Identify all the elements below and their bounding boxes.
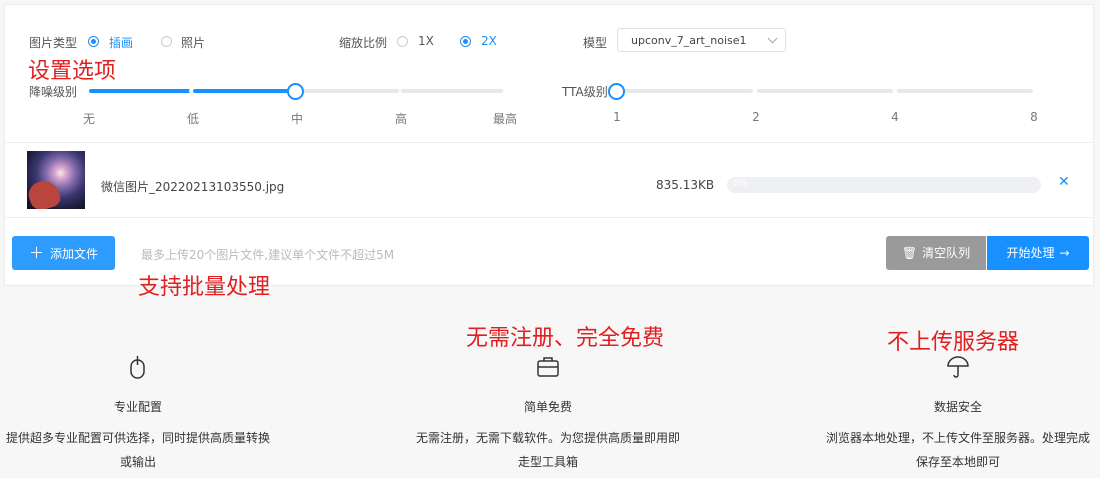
annotation-batch: 支持批量处理 [138, 275, 271, 300]
tta-segment-3 [897, 89, 1033, 93]
divider [5, 142, 1093, 143]
feature-free: 简单免费 无需注册，无需下载软件。为您提供高质量即用即 走型工具箱 [410, 398, 686, 474]
upload-hint: 最多上传20个图片文件,建议单个文件不超过5M [141, 248, 395, 262]
settings-row: 图片类型 插画 照片 缩放比例 1X 2X 模型 upconv_7_art_no… [5, 28, 1093, 52]
tta-slider-handle[interactable] [608, 83, 625, 100]
denoise-tick: 无 [82, 112, 96, 126]
tta-tick: 1 [613, 110, 621, 124]
close-icon[interactable]: ✕ [1058, 174, 1070, 190]
tta-segment-2 [757, 89, 893, 93]
briefcase-icon [537, 357, 559, 377]
plus-icon: ＋ [28, 244, 44, 262]
add-file-label: 添加文件 [50, 247, 99, 261]
progress-bar: 0% [727, 177, 1041, 193]
start-processing-label: 开始处理 [1006, 246, 1055, 260]
annotation-free: 无需注册、完全免费 [466, 326, 665, 351]
tta-label: TTA级别 [562, 85, 608, 99]
feature-secure: 数据安全 浏览器本地处理，不上传文件至服务器。处理完成 保存至本地即可 [820, 398, 1096, 474]
thumbnail-hand [27, 177, 63, 209]
umbrella-icon [947, 356, 969, 378]
scale-2x-radio[interactable] [460, 36, 471, 47]
scale-1x-radio[interactable] [397, 36, 408, 47]
denoise-tick: 低 [186, 112, 200, 126]
chevron-down-icon [767, 33, 778, 44]
feature-title: 专业配置 [113, 400, 162, 414]
clear-queue-button[interactable]: 🗑 清空队列 [886, 236, 986, 270]
image-type-photo-radio[interactable] [161, 36, 172, 47]
annotation-settings: 设置选项 [28, 59, 117, 84]
denoise-segment-3 [297, 89, 399, 93]
model-select-value: upconv_7_art_noise1 [631, 34, 747, 47]
trash-icon: 🗑 [901, 246, 918, 260]
denoise-segment-4 [401, 89, 503, 93]
denoise-segment-2 [193, 89, 295, 93]
annotation-local: 不上传服务器 [887, 330, 1020, 355]
file-size: 835.13KB [656, 178, 715, 192]
feature-professional: 专业配置 提供超多专业配置可供选择，同时提供高质量转换 或输出 [0, 398, 276, 474]
feature-title: 数据安全 [933, 400, 982, 414]
scale-1x-label[interactable]: 1X [418, 34, 434, 48]
feature-desc: 或输出 [119, 455, 156, 469]
image-type-illustration-radio[interactable] [88, 36, 99, 47]
denoise-tick: 最高 [492, 112, 518, 126]
feature-desc: 无需注册，无需下载软件。为您提供高质量即用即 [415, 431, 680, 445]
denoise-tick: 高 [394, 112, 408, 126]
file-thumbnail [27, 151, 85, 209]
mouse-icon [130, 356, 145, 379]
feature-desc: 走型工具箱 [517, 455, 578, 469]
denoise-slider-handle[interactable] [287, 83, 304, 100]
model-label: 模型 [583, 36, 608, 50]
tta-segment-1 [617, 89, 753, 93]
tta-tick: 2 [752, 110, 760, 124]
feature-title: 简单免费 [523, 400, 572, 414]
model-select[interactable]: upconv_7_art_noise1 [617, 28, 786, 52]
denoise-tick: 中 [290, 112, 304, 126]
feature-desc: 提供超多专业配置可供选择，同时提供高质量转换 [5, 431, 270, 445]
scale-label: 缩放比例 [339, 36, 388, 50]
image-type-label: 图片类型 [29, 36, 78, 50]
tta-tick: 8 [1030, 110, 1038, 124]
settings-panel: 图片类型 插画 照片 缩放比例 1X 2X 模型 upconv_7_art_no… [4, 4, 1094, 286]
denoise-slider[interactable] [5, 83, 525, 100]
feature-desc: 保存至本地即可 [915, 455, 1000, 469]
clear-queue-label: 清空队列 [922, 246, 971, 260]
add-file-button[interactable]: ＋ 添加文件 [12, 236, 115, 270]
file-name: 微信图片_20220213103550.jpg [101, 180, 285, 194]
progress-text: 0% [733, 179, 748, 189]
image-type-photo-label[interactable]: 照片 [181, 34, 205, 51]
start-processing-button[interactable]: 开始处理 → [987, 236, 1089, 270]
denoise-segment-1 [89, 89, 193, 93]
tta-slider[interactable] [605, 83, 1045, 100]
image-type-illustration-label[interactable]: 插画 [109, 34, 133, 51]
scale-2x-label[interactable]: 2X [481, 34, 497, 48]
arrow-right-icon: → [1059, 246, 1070, 260]
feature-desc: 浏览器本地处理，不上传文件至服务器。处理完成 [825, 431, 1090, 445]
tta-tick: 4 [891, 110, 899, 124]
divider [5, 217, 1093, 218]
